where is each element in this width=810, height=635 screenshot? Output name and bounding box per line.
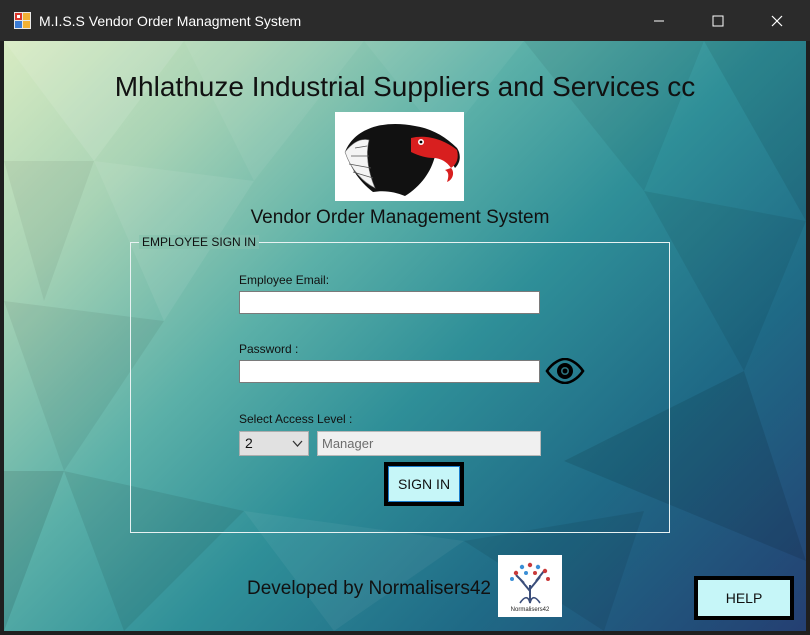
access-level-value: 2 xyxy=(245,435,253,451)
sign-in-button-label: SIGN IN xyxy=(388,466,460,502)
minimize-icon xyxy=(654,20,664,21)
window-title: M.I.S.S Vendor Order Managment System xyxy=(39,13,302,29)
password-label: Password : xyxy=(239,342,299,356)
developer-logo-caption: Normalisers42 xyxy=(510,607,550,613)
form-client-area: Mhlathuze Industrial Suppliers and Servi… xyxy=(4,41,806,631)
minimize-button[interactable] xyxy=(630,0,688,41)
password-field[interactable] xyxy=(239,360,540,383)
company-name: Mhlathuze Industrial Suppliers and Servi… xyxy=(114,71,696,102)
system-name: Vendor Order Management System xyxy=(250,207,550,228)
company-logo xyxy=(335,112,464,201)
group-title: EMPLOYEE SIGN IN xyxy=(139,235,260,249)
chevron-down-icon xyxy=(292,440,303,447)
close-button[interactable] xyxy=(748,0,806,41)
sign-in-button[interactable]: SIGN IN xyxy=(384,462,464,506)
developer-credit: Developed by Normalisers42 xyxy=(247,578,491,599)
eye-icon[interactable] xyxy=(545,358,585,384)
email-label: Employee Email: xyxy=(239,273,330,287)
help-button-label: HELP xyxy=(698,580,790,616)
access-role-display: Manager xyxy=(317,431,541,456)
developer-logo: Normalisers42 xyxy=(498,555,562,617)
help-button[interactable]: HELP xyxy=(694,576,794,620)
email-field[interactable] xyxy=(239,291,540,314)
app-icon xyxy=(14,12,31,29)
title-bar[interactable]: M.I.S.S Vendor Order Managment System xyxy=(0,0,810,41)
access-level-select[interactable]: 2 xyxy=(239,431,309,456)
eagle-icon xyxy=(335,112,464,201)
close-icon xyxy=(771,15,783,26)
access-level-label: Select Access Level : xyxy=(239,412,353,426)
maximize-button[interactable] xyxy=(689,0,747,41)
app-window: M.I.S.S Vendor Order Managment System Mh… xyxy=(0,0,810,635)
maximize-icon xyxy=(712,15,724,26)
